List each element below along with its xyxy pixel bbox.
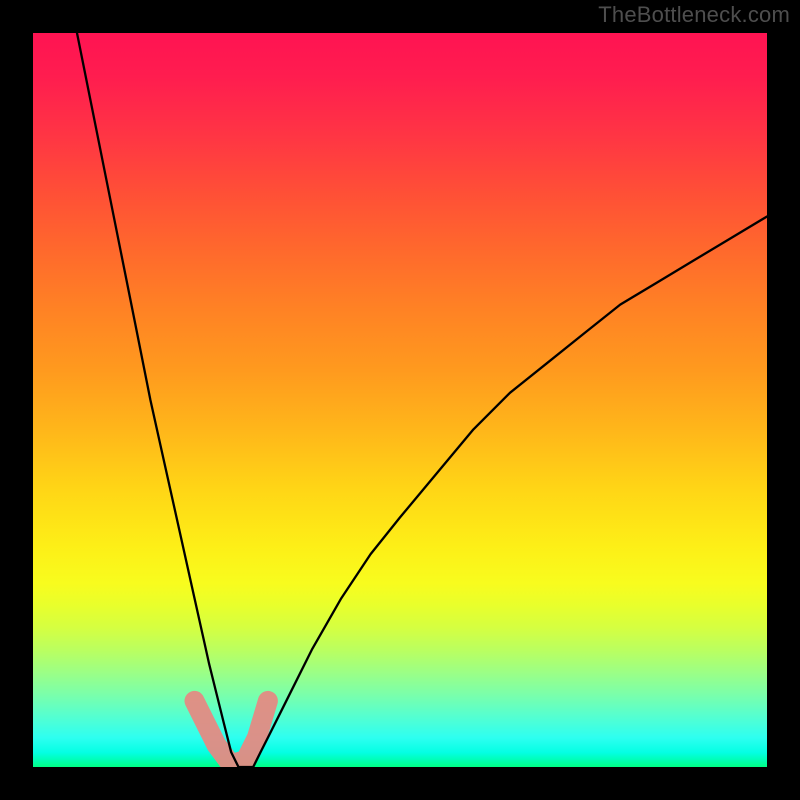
chart-svg xyxy=(33,33,767,767)
outer-frame: TheBottleneck.com xyxy=(0,0,800,800)
watermark-text: TheBottleneck.com xyxy=(598,2,790,28)
bottleneck-curve xyxy=(77,33,767,767)
plot-area xyxy=(33,33,767,767)
